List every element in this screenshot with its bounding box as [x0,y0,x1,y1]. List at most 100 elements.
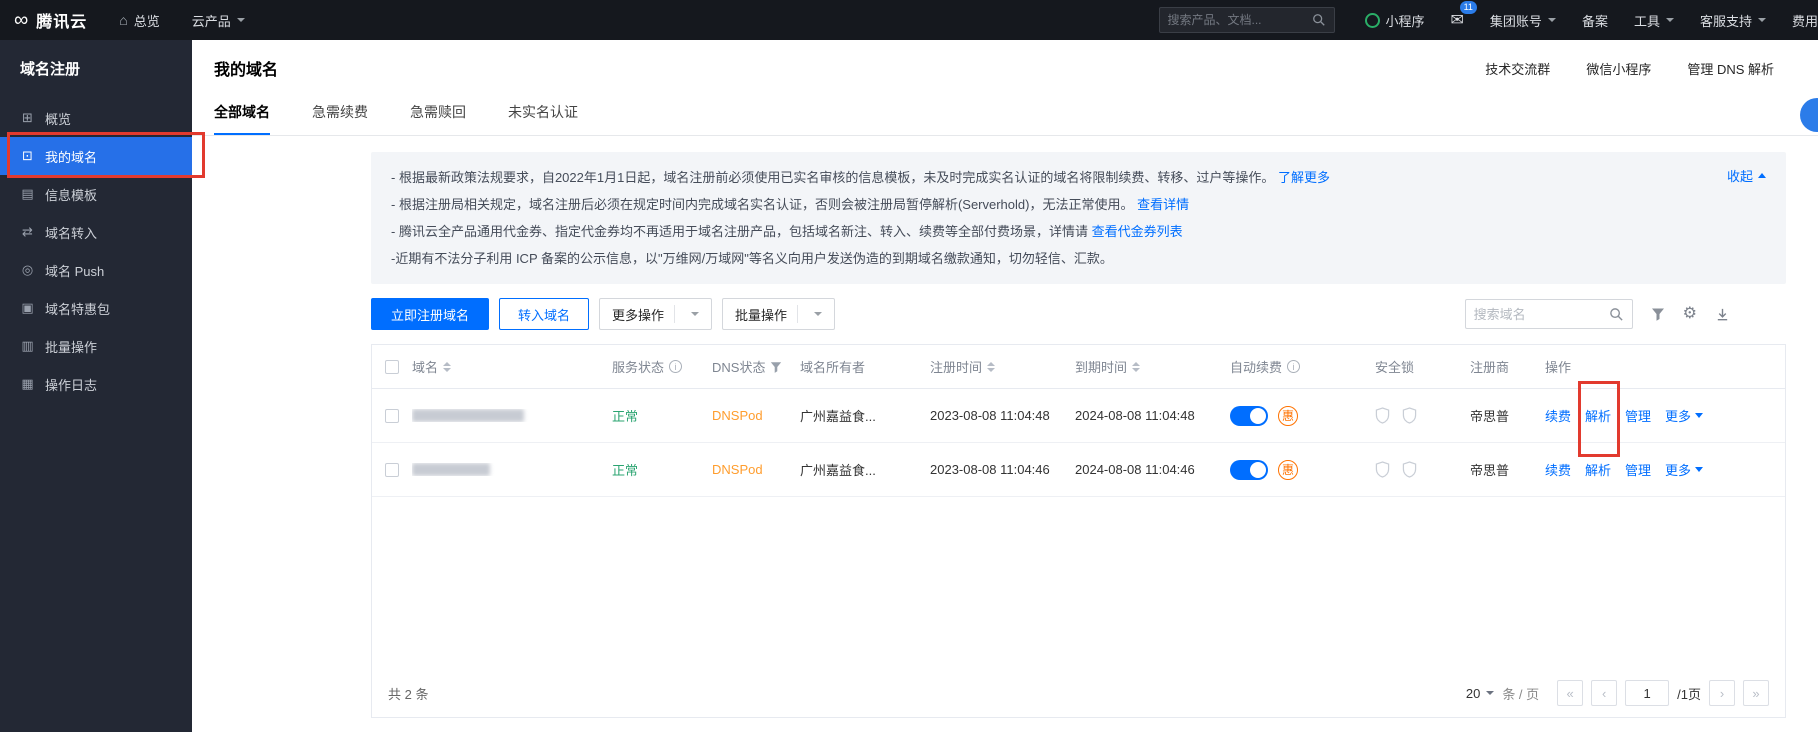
topbar-nav-products-label: 云产品 [192,11,231,30]
page-size-select[interactable]: 20 [1466,686,1494,701]
topbar-search [1159,7,1335,33]
bundle-icon: ▣ [20,300,35,316]
auto-renew-toggle[interactable] [1230,460,1268,480]
shield-icon [1402,407,1417,424]
sidebar-item-my-domains[interactable]: ⊡ 我的域名 [0,137,192,175]
link-tech-group[interactable]: 技术交流群 [1485,59,1550,78]
last-page-button[interactable]: » [1743,680,1769,706]
link-wechat-miniprogram[interactable]: 微信小程序 [1586,59,1651,78]
col-security-lock: 安全锁 [1375,357,1414,376]
page-number-input[interactable] [1625,680,1669,706]
topbar-search-input[interactable] [1168,13,1312,27]
select-all-checkbox[interactable] [385,360,399,374]
tab-not-verified[interactable]: 未实名认证 [508,102,578,135]
notice-link-voucher-list[interactable]: 查看代金券列表 [1092,224,1183,239]
topbar-miniprogram[interactable]: 小程序 [1365,11,1425,30]
home-icon: ⌂ [119,12,127,28]
auto-renew-toggle[interactable] [1230,406,1268,426]
sidebar: 域名注册 ⊞ 概览 ⊡ 我的域名 ▤ 信息模板 ⇄ 域名转入 ◎ 域名 Push [0,40,192,732]
domain-search-input[interactable] [1474,307,1609,322]
topbar-billing[interactable]: 费用 [1792,11,1818,30]
gear-icon[interactable]: ⚙ [1683,306,1697,322]
sidebar-items: ⊞ 概览 ⊡ 我的域名 ▤ 信息模板 ⇄ 域名转入 ◎ 域名 Push ▣ 域名… [0,99,192,403]
prev-page-button[interactable]: ‹ [1591,680,1617,706]
more-link[interactable]: 更多 [1665,406,1703,425]
filter-icon[interactable] [770,361,782,373]
renew-link[interactable]: 续费 [1545,460,1571,479]
topbar-nav-overview[interactable]: ⌂ 总览 [119,11,159,30]
col-expire-time: 到期时间 [1075,357,1127,376]
page-total-label: /1页 [1677,684,1701,703]
notice-link-learn-more[interactable]: 了解更多 [1278,170,1330,185]
topbar-beian[interactable]: 备案 [1582,11,1608,30]
sort-icon[interactable] [1132,362,1140,372]
sidebar-item-bundle[interactable]: ▣ 域名特惠包 [0,289,192,327]
resolve-link[interactable]: 解析 [1585,406,1611,425]
row-checkbox[interactable] [385,463,399,477]
renew-link[interactable]: 续费 [1545,406,1571,425]
sidebar-item-domain-push[interactable]: ◎ 域名 Push [0,251,192,289]
shield-icon [1402,461,1417,478]
topbar-mail[interactable]: ✉ 11 [1451,10,1464,30]
batch-actions-button[interactable]: 批量操作 [722,298,835,330]
col-registrar: 注册商 [1470,357,1509,376]
mail-unread-badge: 11 [1460,1,1477,14]
topbar-miniprogram-label: 小程序 [1386,11,1425,30]
download-icon[interactable] [1715,307,1730,322]
notice-collapse[interactable]: 收起 [1727,166,1766,185]
tab-all-domains[interactable]: 全部域名 [214,102,270,135]
promo-badge: 惠 [1278,460,1298,480]
tencent-cloud-logo[interactable]: ∞ 腾讯云 [14,8,87,32]
register-domain-button[interactable]: 立即注册域名 [371,298,489,330]
toolbar: 立即注册域名 转入域名 更多操作 批量操作 [371,298,1786,330]
first-page-button[interactable]: « [1557,680,1583,706]
info-icon[interactable]: i [669,360,682,373]
sidebar-item-transfer-in[interactable]: ⇄ 域名转入 [0,213,192,251]
link-manage-dns[interactable]: 管理 DNS 解析 [1687,59,1774,78]
topbar-nav-products[interactable]: 云产品 [192,11,245,30]
next-page-button[interactable]: › [1709,680,1735,706]
search-icon[interactable] [1609,307,1624,322]
table-tool-icons: ⚙ [1651,306,1730,322]
sidebar-item-logs[interactable]: ▦ 操作日志 [0,365,192,403]
manage-link[interactable]: 管理 [1625,460,1651,479]
sidebar-item-label: 操作日志 [45,375,97,394]
domain-table-panel: 域名 服务状态 i DNS状态 域名所有者 [371,344,1786,718]
main: 我的域名 技术交流群 微信小程序 管理 DNS 解析 全部域名 急需续费 急需赎… [192,40,1818,732]
notice-line: - 根据注册局相关规定，域名注册后必须在规定时间内完成域名实名认证，否则会被注册… [391,191,1696,218]
transfer-domain-button[interactable]: 转入域名 [499,298,589,330]
tab-renew-urgent[interactable]: 急需续费 [312,102,368,135]
more-link[interactable]: 更多 [1665,460,1703,479]
tab-redeem-urgent[interactable]: 急需赎回 [410,102,466,135]
security-locks [1375,407,1417,424]
notice-link-view-details[interactable]: 查看详情 [1137,197,1189,212]
topbar-group-account[interactable]: 集团账号 [1490,11,1556,30]
more-actions-button[interactable]: 更多操作 [599,298,712,330]
topbar-tools[interactable]: 工具 [1634,11,1674,30]
table-header: 域名 服务状态 i DNS状态 域名所有者 [372,345,1785,389]
page-title: 我的域名 [214,56,278,80]
resolve-link[interactable]: 解析 [1585,460,1611,479]
row-checkbox[interactable] [385,409,399,423]
dns-status: DNSPod [712,408,763,423]
notice-line: - 腾讯云全产品通用代金券、指定代金券均不再适用于域名注册产品，包括域名新注、转… [391,218,1696,245]
filter-icon[interactable] [1651,307,1665,321]
sidebar-item-label: 批量操作 [45,337,97,356]
notice-banner: - 根据最新政策法规要求，自2022年1月1日起，域名注册前必须使用已实名审核的… [371,152,1786,284]
info-icon[interactable]: i [1287,360,1300,373]
notice-text: - 根据注册局相关规定，域名注册后必须在规定时间内完成域名实名认证，否则会被注册… [391,197,1133,212]
table-row: 正常 DNSPod 广州嘉益食... 2023-08-08 11:04:48 2… [372,389,1785,443]
search-icon[interactable] [1312,13,1326,27]
topbar-support-label: 客服支持 [1700,11,1752,30]
pagination: 20 条 / 页 « ‹ /1页 › » [1466,680,1769,706]
more-link-label: 更多 [1665,460,1691,479]
sidebar-item-overview[interactable]: ⊞ 概览 [0,99,192,137]
sidebar-item-batch[interactable]: ▥ 批量操作 [0,327,192,365]
sidebar-item-info-template[interactable]: ▤ 信息模板 [0,175,192,213]
domain-search [1465,299,1633,329]
manage-link[interactable]: 管理 [1625,406,1651,425]
sort-icon[interactable] [987,362,995,372]
sort-icon[interactable] [443,362,451,372]
topbar-support[interactable]: 客服支持 [1700,11,1766,30]
sidebar-item-label: 概览 [45,109,71,128]
